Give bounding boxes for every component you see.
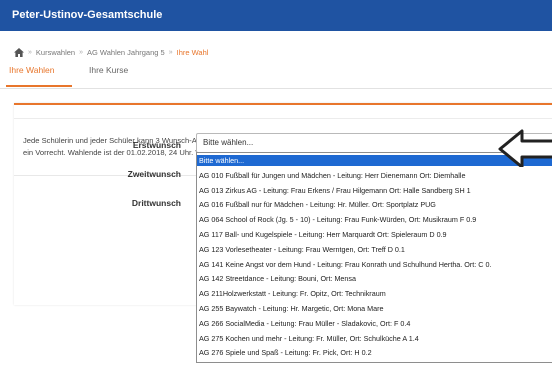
top-bar: Peter-Ustinov-Gesamtschule — [0, 0, 552, 31]
dropdown-option[interactable]: AG 266 SocialMedia - Leitung: Frau Mülle… — [197, 318, 552, 329]
breadcrumb-separator: » — [168, 49, 173, 56]
breadcrumb-item-ag-wahlen[interactable]: AG Wahlen Jahrgang 5 — [87, 48, 165, 57]
dropdown-option[interactable]: AG 142 Streetdance - Leitung: Bouni, Ort… — [197, 273, 552, 284]
dropdown-option[interactable]: AG 117 Ball- und Kugelspiele - Leitung: … — [197, 229, 552, 240]
page: Peter-Ustinov-Gesamtschule » Kurswahlen … — [0, 0, 552, 369]
school-name[interactable]: Peter-Ustinov-Gesamtschule — [12, 9, 162, 21]
zweitwunsch-label: Zweitwunsch — [127, 169, 181, 179]
main-content: » Kurswahlen » AG Wahlen Jahrgang 5 » Ih… — [0, 31, 552, 369]
dropdown-option[interactable]: AG 255 Baywatch - Leitung: Hr. Margetic,… — [197, 303, 552, 314]
arrow-cursor-icon — [498, 129, 552, 167]
drittwunsch-label: Drittwunsch — [131, 198, 181, 208]
dropdown-option[interactable]: AG 275 Kochen und mehr - Leitung: Fr. Mü… — [197, 333, 552, 344]
home-icon[interactable] — [14, 48, 24, 57]
dropdown-option[interactable]: AG 064 School of Rock (Jg. 5 - 10) - Lei… — [197, 214, 552, 225]
tab-ihre-kurse[interactable]: Ihre Kurse — [89, 65, 128, 75]
tab-ihre-wahlen[interactable]: Ihre Wahlen — [9, 65, 55, 75]
dropdown-option[interactable]: AG 016 Fußball nur für Mädchen - Leitung… — [197, 199, 552, 210]
dropdown-option[interactable]: AG 211Holzwerkstatt - Leitung: Fr. Opitz… — [197, 288, 552, 299]
breadcrumb-item-current: Ihre Wahl — [176, 48, 209, 57]
erstwunsch-dropdown-list[interactable]: Bitte wählen... AG 010 Fußball für Jungen… — [196, 152, 552, 363]
erstwunsch-label: Erstwunsch — [132, 140, 181, 150]
breadcrumb-item-kurswahlen[interactable]: Kurswahlen — [36, 48, 75, 57]
breadcrumb-separator: » — [79, 49, 84, 56]
active-tab-indicator — [6, 85, 72, 87]
dropdown-option[interactable]: AG 276 Spiele und Spaß - Leitung: Fr. Pi… — [197, 347, 552, 358]
breadcrumb-separator: » — [28, 49, 32, 56]
card-header-divider — [14, 118, 552, 119]
dropdown-option[interactable]: AG 013 Zirkus AG - Leitung: Frau Erkens … — [197, 185, 552, 196]
dropdown-option[interactable]: AG 123 Vorlesetheater - Leitung: Frau We… — [197, 244, 552, 255]
erstwunsch-select-value: Bitte wählen... — [203, 138, 254, 147]
tab-bar: Ihre Wahlen Ihre Kurse — [0, 65, 552, 89]
dropdown-option[interactable]: AG 010 Fußball für Jungen und Mädchen - … — [197, 170, 552, 181]
breadcrumb: » Kurswahlen » AG Wahlen Jahrgang 5 » Ih… — [14, 48, 208, 57]
dropdown-option[interactable]: AG 141 Keine Angst vor dem Hund - Leitun… — [197, 259, 552, 270]
